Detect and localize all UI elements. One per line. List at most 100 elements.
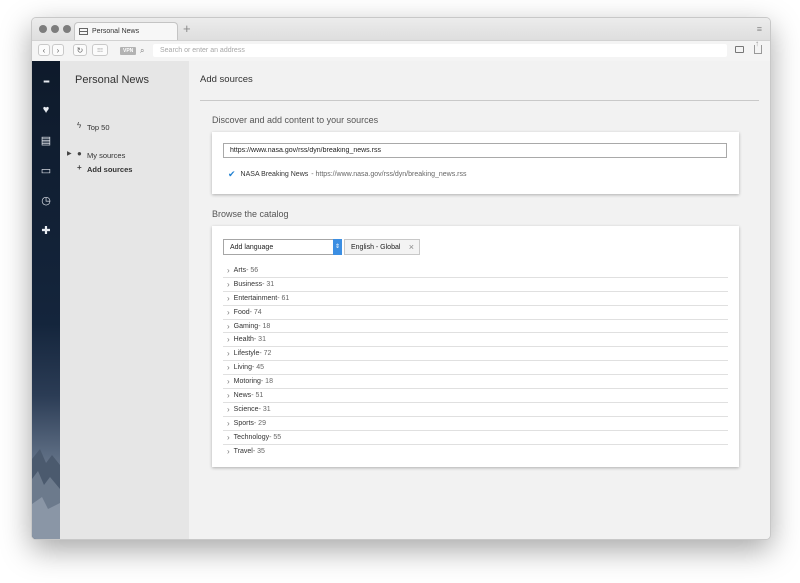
news-icon[interactable]: ▤	[32, 135, 60, 147]
category-count: - 72	[259, 350, 272, 358]
category-name: Business	[233, 280, 263, 288]
category-count: - 56	[246, 266, 259, 274]
speed-dial-button[interactable]: ⁝⁝⁝	[92, 44, 108, 56]
panel-item-top50[interactable]: Top 50	[87, 123, 110, 132]
category-count: - 51	[251, 391, 264, 399]
title-divider	[200, 100, 759, 101]
category-item[interactable]: › Technology - 55	[223, 431, 728, 445]
language-chip: English - Global ×	[344, 239, 420, 255]
heart-icon[interactable]: ♥	[32, 104, 60, 116]
sidebar: ▪▪▪ ♥ ▤ ▭ ◷ ✚	[32, 61, 60, 539]
chevron-right-icon: ›	[227, 349, 230, 359]
speed-dial-icon[interactable]: ▪▪▪	[32, 76, 60, 88]
forward-button[interactable]: ›	[52, 44, 64, 56]
add-language-select[interactable]: Add language ⇕	[223, 239, 342, 255]
panel-item-my-sources[interactable]: My sources	[87, 151, 125, 160]
chevron-right-icon: ›	[227, 321, 230, 331]
category-item[interactable]: › News - 51	[223, 389, 728, 403]
lightning-icon: ϟ	[77, 121, 82, 130]
address-placeholder: Search or enter an address	[160, 47, 245, 54]
category-item[interactable]: › Living - 45	[223, 361, 728, 376]
chevron-right-icon: ›	[227, 265, 230, 275]
main-content: Add sources Discover and add content to …	[189, 61, 770, 539]
category-count: - 18	[258, 322, 271, 330]
category-name: Gaming	[233, 322, 259, 330]
chevron-right-icon: ›	[227, 293, 230, 303]
extensions-icon[interactable]: ✚	[32, 225, 60, 237]
expand-arrow-icon[interactable]: ▶	[67, 150, 72, 157]
category-name: Science	[233, 405, 259, 413]
history-icon[interactable]: ◷	[32, 195, 60, 207]
category-name: Health	[233, 336, 254, 344]
category-item[interactable]: › Food - 74	[223, 306, 728, 320]
category-item[interactable]: › Sports - 29	[223, 417, 728, 431]
category-item[interactable]: › Business - 31	[223, 278, 728, 292]
address-bar[interactable]: Search or enter an address	[153, 44, 727, 57]
share-icon[interactable]	[754, 39, 762, 54]
devices-icon[interactable]: ▭	[32, 165, 60, 177]
tab-personal-news[interactable]: Personal News	[74, 22, 178, 40]
discover-card: ✔ NASA Breaking News - https://www.nasa.…	[212, 132, 739, 194]
check-icon: ✔	[228, 169, 236, 179]
chevron-right-icon: ›	[227, 404, 230, 414]
minimize-window-icon[interactable]	[51, 25, 59, 33]
vpn-badge[interactable]: VPN	[120, 47, 137, 55]
category-count: - 45	[251, 364, 265, 372]
tab-menu-icon[interactable]: ≡	[757, 24, 762, 34]
category-name: Living	[233, 364, 252, 372]
category-count: - 18	[260, 378, 273, 386]
chevron-down-icon[interactable]: ⇕	[333, 239, 342, 255]
back-button[interactable]: ‹	[38, 44, 50, 56]
chevron-right-icon: ›	[227, 363, 230, 373]
category-name: Food	[233, 308, 250, 316]
panel-title: Personal News	[75, 74, 149, 86]
feed-url-input[interactable]	[223, 143, 727, 158]
tab-title: Personal News	[92, 28, 140, 35]
category-name: Lifestyle	[233, 350, 260, 358]
toolbar: ‹ › ↻ ⁝⁝⁝ VPN ⌕ Search or enter an addre…	[32, 39, 770, 62]
category-item[interactable]: › Motoring - 18	[223, 375, 728, 390]
new-tab-button[interactable]: +	[183, 22, 191, 36]
plus-icon: +	[77, 163, 82, 172]
category-item[interactable]: › Lifestyle - 72	[223, 347, 728, 362]
chevron-right-icon: ›	[227, 447, 230, 457]
chevron-right-icon: ›	[227, 335, 230, 345]
category-count: - 61	[277, 294, 290, 302]
category-name: Motoring	[233, 378, 261, 386]
category-item[interactable]: › Gaming - 18	[223, 320, 728, 334]
chevron-right-icon: ›	[227, 279, 230, 289]
category-count: - 31	[258, 405, 271, 413]
category-item[interactable]: › Travel - 35	[223, 445, 728, 459]
category-name: Sports	[233, 419, 254, 427]
category-item[interactable]: › Entertainment - 61	[223, 292, 728, 306]
browser-window: Personal News + ≡ ‹ › ↻ ⁝⁝⁝ VPN ⌕ Search…	[31, 17, 771, 540]
category-item[interactable]: › Science - 31	[223, 403, 728, 417]
catalog-heading: Browse the catalog	[212, 209, 289, 219]
chevron-right-icon: ›	[227, 418, 230, 428]
wallpaper-mountain	[32, 449, 60, 539]
category-count: - 35	[252, 448, 265, 456]
search-icon: ⌕	[140, 46, 145, 55]
category-item[interactable]: › Arts - 56	[223, 264, 728, 278]
category-name: Arts	[233, 266, 247, 274]
chevron-right-icon: ›	[227, 432, 230, 442]
category-name: News	[233, 391, 252, 399]
maximize-window-icon[interactable]	[63, 25, 71, 33]
category-count: - 29	[253, 419, 266, 427]
close-window-icon[interactable]	[39, 25, 47, 33]
close-icon[interactable]: ×	[409, 242, 414, 252]
category-name: Technology	[233, 433, 270, 441]
news-tab-icon	[79, 28, 88, 35]
cast-icon[interactable]	[735, 46, 744, 53]
chevron-right-icon: ›	[227, 377, 230, 387]
catalog-card: Add language ⇕ English - Global × › Arts …	[212, 226, 739, 467]
panel-item-add-sources[interactable]: Add sources	[87, 165, 132, 174]
category-count: - 31	[262, 280, 275, 288]
page-title: Add sources	[200, 74, 253, 85]
category-count: - 74	[249, 308, 262, 316]
feed-result[interactable]: ✔ NASA Breaking News - https://www.nasa.…	[228, 169, 466, 180]
category-item[interactable]: › Health - 31	[223, 333, 728, 348]
reload-button[interactable]: ↻	[73, 44, 87, 56]
category-list: › Arts - 56 › Business - 31 › Entertainment…	[223, 264, 728, 458]
add-language-label: Add language	[230, 243, 274, 251]
